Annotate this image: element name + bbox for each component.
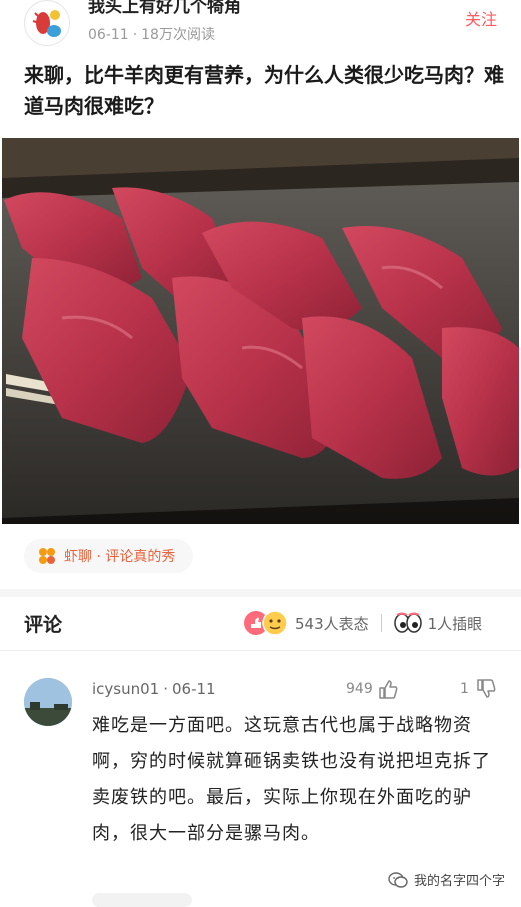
- comment-date: 06-11: [172, 680, 216, 698]
- shrimp-talk-icon: [39, 548, 55, 564]
- section-divider: [0, 589, 521, 597]
- thumbs-up-icon: [378, 680, 398, 699]
- like-count: 949: [346, 681, 373, 697]
- commenter-name[interactable]: icysun01: [92, 680, 159, 698]
- dislike-button[interactable]: 1: [460, 678, 497, 700]
- post-views: 18万次阅读: [141, 27, 215, 43]
- reaction-count: 543人表态: [295, 614, 369, 633]
- thumbs-down-icon: [477, 679, 496, 698]
- reactions-summary[interactable]: 543人表态 1人插眼: [243, 610, 482, 636]
- watermark-text: 我的名字四个字: [413, 874, 505, 889]
- eye-count: 1人插眼: [427, 614, 483, 633]
- post-image[interactable]: [2, 138, 519, 524]
- reaction-divider: [380, 614, 382, 632]
- comment-text: 难吃是一方面吧。这玩意古代也属于战略物资啊，穷的时候就算砸锅卖铁也没有说把坦克拆…: [92, 715, 491, 844]
- like-button[interactable]: 949: [346, 678, 399, 700]
- author-name[interactable]: 我头上有好几个犄角: [88, 0, 241, 17]
- topic-tag[interactable]: 虾聊 · 评论真的秀: [24, 539, 194, 573]
- comments-title: 评论: [24, 614, 63, 636]
- lobster-avatar-icon: [26, 2, 69, 45]
- comments-header: 评论 543人表态 1人插眼: [0, 598, 521, 650]
- eyes-icon: [393, 612, 422, 633]
- landscape-avatar-icon: [24, 678, 72, 726]
- reply-preview[interactable]: [92, 893, 192, 907]
- commenter-meta: icysun01 · 06-11: [92, 680, 216, 698]
- post-header: 我头上有好几个犄角 06-11 · 18万次阅读 关注: [0, 0, 521, 50]
- post-title: 来聊，比牛羊肉更有营养，为什么人类很少吃马肉？难道马肉很难吃？: [24, 63, 504, 118]
- comments-divider: [0, 650, 521, 651]
- meta-separator: ·: [132, 27, 138, 43]
- post-meta: 06-11 · 18万次阅读: [88, 24, 215, 44]
- wechat-icon: [388, 871, 408, 888]
- horse-meat-photo: [2, 138, 519, 524]
- post-date: 06-11: [88, 27, 129, 43]
- watermark: 我的名字四个字: [388, 870, 505, 889]
- topic-label: 虾聊 · 评论真的秀: [64, 549, 176, 565]
- commenter-avatar[interactable]: [24, 678, 72, 726]
- meta-separator: ·: [163, 680, 168, 698]
- follow-button[interactable]: 关注: [465, 6, 497, 30]
- author-avatar[interactable]: [24, 0, 70, 46]
- reaction-faces-icon: [244, 610, 288, 636]
- dislike-count: 1: [460, 681, 469, 697]
